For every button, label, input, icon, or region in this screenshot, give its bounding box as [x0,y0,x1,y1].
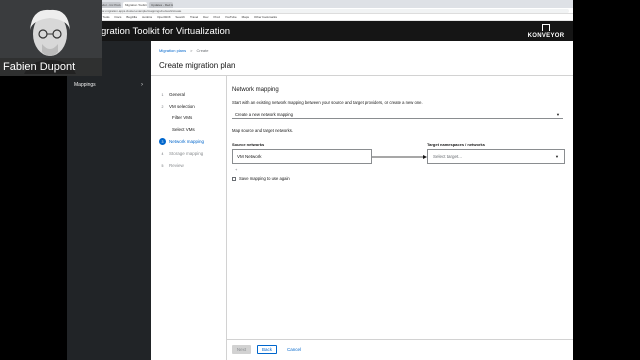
breadcrumb-current: Create [196,48,209,53]
wizard-step-network-mapping[interactable]: 3 Network mapping [159,138,204,145]
network-mapping-select[interactable]: Create a new network mapping ▼ [232,110,563,119]
browser-tab[interactable]: Updates - Red Hat Issue [149,2,173,8]
sidebar: Mappings › [67,41,151,360]
breadcrumb-link-migration-plans[interactable]: Migration plans [159,48,186,53]
presenter-name: Fabien Dupont [0,58,102,76]
browser-tabbar: Fedor - Inc Pod deploy Migration Toolkit… [67,0,573,8]
next-button[interactable]: Next [232,345,251,354]
source-network-field: VM Network [232,149,372,164]
wizard-substep-filter-vms[interactable]: Filter VMs [172,115,192,120]
mapping-instructions: Map source and target networks. [232,128,293,133]
bookmark[interactable]: YouTube [225,15,237,19]
save-mapping-label: Save mapping to use again [239,176,290,181]
bookmark[interactable]: OpenShift [157,15,170,19]
bookmark[interactable]: Other bookmarks [254,15,277,19]
url-field[interactable]: virt-konveyor-migration.apps.cluster.exa… [84,8,569,13]
bookmark[interactable]: Travel [190,15,198,19]
screen: Fedor - Inc Pod deploy Migration Toolkit… [0,0,640,360]
bookmark[interactable]: Dev [203,15,208,19]
source-networks-label: Source networks [232,142,265,147]
section-description: Start with an existing network mapping b… [232,100,423,105]
select-value: Create a new network mapping [235,112,293,117]
wizard-step-storage-mapping: 4 Storage mapping [159,150,204,157]
product-title: Migration Toolkit for Virtualization [91,26,231,37]
breadcrumb-separator: > [190,48,193,53]
wizard-footer: Next Back Cancel [227,339,573,360]
browser-window: Fedor - Inc Pod deploy Migration Toolkit… [67,0,573,360]
step-number: 1 [161,92,164,97]
browser-tab-active[interactable]: Migration Toolkit for V [123,2,147,8]
bookmark[interactable]: Search [175,15,185,19]
wizard-step-review: 5 Review [159,162,184,169]
step-label: VM selection [169,104,195,109]
step-label: Review [169,163,184,168]
step-label: Network mapping [169,139,205,144]
bookmark[interactable]: Bugzilla [126,15,137,19]
bookmark[interactable]: Docs [115,15,122,19]
wizard-content: Network mapping Start with an existing n… [232,76,570,346]
bookmark[interactable]: Maps [242,15,249,19]
step-label: General [169,92,186,97]
caret-down-icon: ▼ [555,154,559,159]
step-label: Storage mapping [169,151,204,156]
app-masthead: Migration Toolkit for Virtualization KON… [67,21,573,41]
chevron-right-icon: › [141,82,143,88]
logo-text: KONVEYOR [527,33,565,39]
wizard-step-vm-selection[interactable]: 2 VM selection [159,103,195,110]
webcam-overlay: Fabien Dupont [0,0,102,76]
breadcrumb: Migration plans > Create [159,48,208,53]
select-placeholder: Select target... [433,154,463,159]
wizard-nav: 1 General 2 VM selection Filter VMs Sele… [151,76,227,360]
sidebar-item-label: Mappings [74,82,96,88]
back-button[interactable]: Back [257,345,277,354]
sidebar-item-mappings[interactable]: Mappings › [67,78,151,92]
bookmark[interactable]: Jenkins [142,15,152,19]
wizard-substep-select-vms[interactable]: Select VMs [172,127,195,132]
konveyor-logo-mark-icon [542,24,550,31]
target-network-select[interactable]: Select target... ▼ [427,149,565,164]
caret-down-icon: ▼ [556,112,560,117]
section-title: Network mapping [232,87,279,93]
konveyor-logo[interactable]: KONVEYOR [527,24,565,39]
cancel-button[interactable]: Cancel [282,345,306,354]
target-networks-label: Target namespaces / networks [427,142,485,147]
page-title: Create migration plan [159,61,236,70]
save-mapping-checkbox[interactable] [232,176,236,181]
bookmark[interactable]: Prod [214,15,220,19]
step-number: 4 [161,151,164,156]
step-number: 5 [161,163,164,168]
main-content: Migration plans > Create Create migratio… [151,41,573,360]
bookmarks-bar: Apps Tech triage Tools Docs Bugzilla Jen… [67,14,573,21]
save-mapping-checkbox-row[interactable]: Save mapping to use again [232,176,290,181]
step-number: 3 [159,138,166,145]
mapping-arrow-icon [372,155,427,159]
bookmark[interactable]: Tools [103,15,110,19]
step-number: 2 [161,104,164,109]
add-mapping-button[interactable]: + [235,167,237,172]
wizard-step-general[interactable]: 1 General [159,91,186,98]
